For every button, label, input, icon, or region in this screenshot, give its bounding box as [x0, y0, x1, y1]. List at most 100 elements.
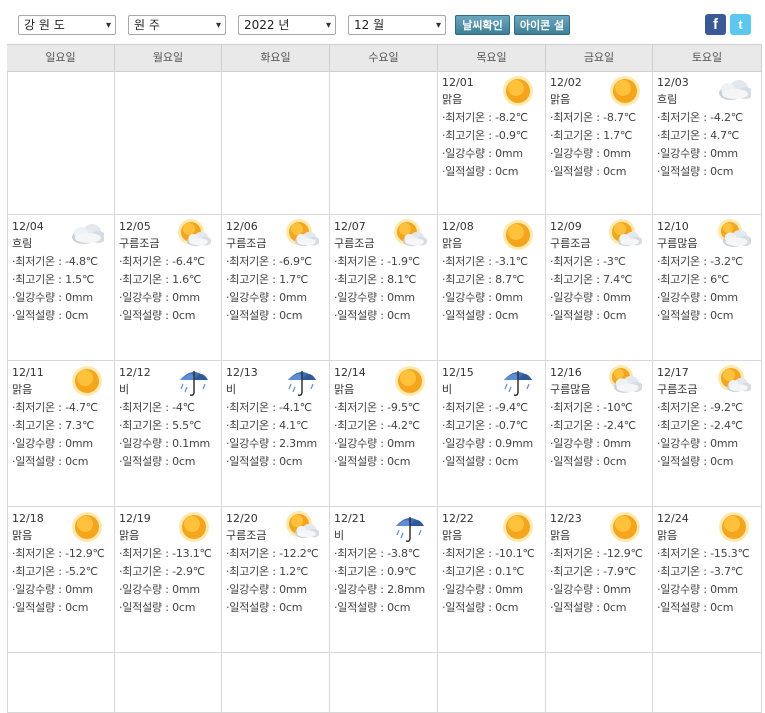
daily-rain: ·일강수량 : 0mm [657, 583, 738, 596]
daily-snow: ·일적설량 : 0cm [657, 309, 734, 322]
daily-rain: ·일강수량 : 0mm [657, 147, 738, 160]
daily-rain: ·일강수량 : 0mm [442, 583, 523, 596]
calendar-day-cell: 12/08 맑음 ·최저기온 : -3.1℃ ·최고기온 : 8.7℃ ·일강수량 : … [438, 215, 546, 361]
daily-snow: ·일적설량 : 0cm [334, 455, 411, 468]
weekday-header-cell: 월요일 [115, 45, 222, 71]
daily-rain: ·일강수량 : 0.1mm [119, 437, 210, 450]
daily-rain: ·일강수량 : 0mm [442, 291, 523, 304]
cloud-icon [719, 80, 751, 100]
sun-icon [610, 76, 640, 106]
max-temp: ·최고기온 : 8.1℃ [334, 273, 417, 286]
calendar-day-cell: 12/17 구름조금 ·최저기온 : -9.2℃ ·최고기온 : -2.4℃ ·일강수량… [653, 361, 762, 507]
max-temp: ·최고기온 : 0.1℃ [442, 565, 525, 578]
daily-rain: ·일강수량 : 2.3mm [226, 437, 317, 450]
calendar-empty-cell [7, 653, 115, 713]
calendar-day-cell: 12/13 비 ·최저기온 : -4.1℃ ·최고기온 : 4.1℃ ·일강수량 : 2… [222, 361, 330, 507]
max-temp: ·최고기온 : 1.7℃ [550, 129, 633, 142]
calendar-day-cell: 12/15 비 ·최저기온 : -9.4℃ ·최고기온 : -0.7℃ ·일강수량 : … [438, 361, 546, 507]
daily-rain: ·일강수량 : 0mm [334, 437, 415, 450]
calendar-day-cell: 12/01 맑음 ·최저기온 : -8.2℃ ·최고기온 : -0.9℃ ·일강수량 :… [438, 71, 546, 215]
daily-snow: ·일적설량 : 0cm [119, 455, 196, 468]
sun-cloud-icon [718, 365, 751, 393]
min-temp: ·최저기온 : -9.2℃ [657, 401, 743, 414]
daily-snow: ·일적설량 : 0cm [442, 455, 519, 468]
sun-icon [610, 512, 640, 542]
year-select-value: 2022 년 [244, 18, 290, 32]
chevron-down-icon: ▾ [215, 20, 221, 31]
sun-cloud-icon [178, 219, 211, 247]
daily-snow: ·일적설량 : 0cm [12, 455, 89, 468]
max-temp: ·최고기온 : -0.7℃ [442, 419, 528, 432]
max-temp: ·최고기온 : 0.9℃ [334, 565, 417, 578]
min-temp: ·최저기온 : -8.2℃ [442, 111, 528, 124]
min-temp: ·최저기온 : -9.4℃ [442, 401, 528, 414]
min-temp: ·최저기온 : -10.1℃ [442, 547, 535, 560]
daily-snow: ·일적설량 : 0cm [550, 601, 627, 614]
calendar-day-cell: 12/18 맑음 ·최저기온 : -12.9℃ ·최고기온 : -5.2℃ ·일강수량 … [7, 507, 115, 653]
umbrella-icon [504, 371, 532, 396]
weekday-header-cell: 금요일 [546, 45, 653, 71]
daily-snow: ·일적설량 : 0cm [226, 455, 303, 468]
year-select[interactable]: 2022 년 ▾ [238, 15, 336, 35]
calendar-day-cell: 12/03 흐림 ·최저기온 : -4.2℃ ·최고기온 : 4.7℃ ·일강수량 : … [653, 71, 762, 215]
sun-icon [503, 220, 533, 250]
weekday-header-cell: 토요일 [653, 45, 762, 71]
twitter-share-icon[interactable]: t [730, 14, 751, 35]
max-temp: ·최고기온 : 4.1℃ [226, 419, 309, 432]
daily-rain: ·일강수량 : 0mm [550, 291, 631, 304]
max-temp: ·최고기온 : -0.9℃ [442, 129, 528, 142]
sun-cloud-icon [286, 511, 319, 539]
min-temp: ·최저기온 : -4.7℃ [12, 401, 98, 414]
city-select[interactable]: 원 주 ▾ [128, 15, 226, 35]
daily-snow: ·일적설량 : 0cm [442, 601, 519, 614]
umbrella-icon [396, 517, 424, 542]
month-select[interactable]: 12 월 ▾ [348, 15, 446, 35]
max-temp: ·최고기온 : 7.4℃ [550, 273, 633, 286]
facebook-share-icon[interactable]: f [705, 14, 726, 35]
calendar-empty-cell [115, 71, 222, 215]
daily-snow: ·일적설량 : 0cm [334, 309, 411, 322]
calendar-day-cell: 12/04 흐림 ·최저기온 : -4.8℃ ·최고기온 : 1.5℃ ·일강수량 : … [7, 215, 115, 361]
sun-icon [719, 512, 749, 542]
chevron-down-icon: ▾ [435, 20, 441, 31]
calendar-empty-cell [330, 71, 438, 215]
min-temp: ·최저기온 : -6.4℃ [119, 255, 205, 268]
cloud-sun-icon [718, 219, 751, 247]
calendar-empty-cell [222, 71, 330, 215]
daily-snow: ·일적설량 : 0cm [550, 309, 627, 322]
daily-rain: ·일강수량 : 0mm [550, 147, 631, 160]
calendar-empty-cell [438, 653, 546, 713]
daily-rain: ·일강수량 : 0mm [226, 291, 307, 304]
icon-help-button[interactable]: 아이콘 설명 [514, 15, 570, 52]
min-temp: ·최저기온 : -10℃ [550, 401, 633, 414]
min-temp: ·최저기온 : -12.2℃ [226, 547, 319, 560]
daily-snow: ·일적설량 : 0cm [657, 455, 734, 468]
daily-snow: ·일적설량 : 0cm [657, 165, 734, 178]
calendar-empty-cell [222, 653, 330, 713]
min-temp: ·최저기온 : -4.8℃ [12, 255, 98, 268]
max-temp: ·최고기온 : -5.2℃ [12, 565, 98, 578]
calendar-empty-cell [653, 653, 762, 713]
max-temp: ·최고기온 : -2.9℃ [119, 565, 205, 578]
check-weather-button[interactable]: 날씨확인 [455, 15, 510, 35]
min-temp: ·최저기온 : -3.1℃ [442, 255, 528, 268]
max-temp: ·최고기온 : -3.7℃ [657, 565, 743, 578]
province-select[interactable]: 강 원 도 ▾ [18, 15, 116, 35]
daily-rain: ·일강수량 : 0mm [12, 583, 93, 596]
calendar-day-cell: 12/10 구름많음 ·최저기온 : -3.2℃ ·최고기온 : 6℃ ·일강수량 : … [653, 215, 762, 361]
min-temp: ·최저기온 : -4.1℃ [226, 401, 312, 414]
calendar-day-cell: 12/02 맑음 ·최저기온 : -8.7℃ ·최고기온 : 1.7℃ ·일강수량 : … [546, 71, 653, 215]
max-temp: ·최고기온 : 8.7℃ [442, 273, 525, 286]
daily-rain: ·일강수량 : 0mm [550, 583, 631, 596]
daily-rain: ·일강수량 : 0mm [119, 291, 200, 304]
chevron-down-icon: ▾ [105, 20, 111, 31]
umbrella-icon [180, 371, 208, 396]
sun-icon [72, 366, 102, 396]
min-temp: ·최저기온 : -15.3℃ [657, 547, 750, 560]
weekday-header-cell: 일요일 [7, 45, 115, 71]
calendar-day-cell: 12/07 구름조금 ·최저기온 : -1.9℃ ·최고기온 : 8.1℃ ·일강수량 … [330, 215, 438, 361]
calendar-empty-cell [115, 653, 222, 713]
daily-rain: ·일강수량 : 0mm [12, 437, 93, 450]
daily-snow: ·일적설량 : 0cm [442, 165, 519, 178]
calendar-day-cell: 12/06 구름조금 ·최저기온 : -6.9℃ ·최고기온 : 1.7℃ ·일강수량 … [222, 215, 330, 361]
